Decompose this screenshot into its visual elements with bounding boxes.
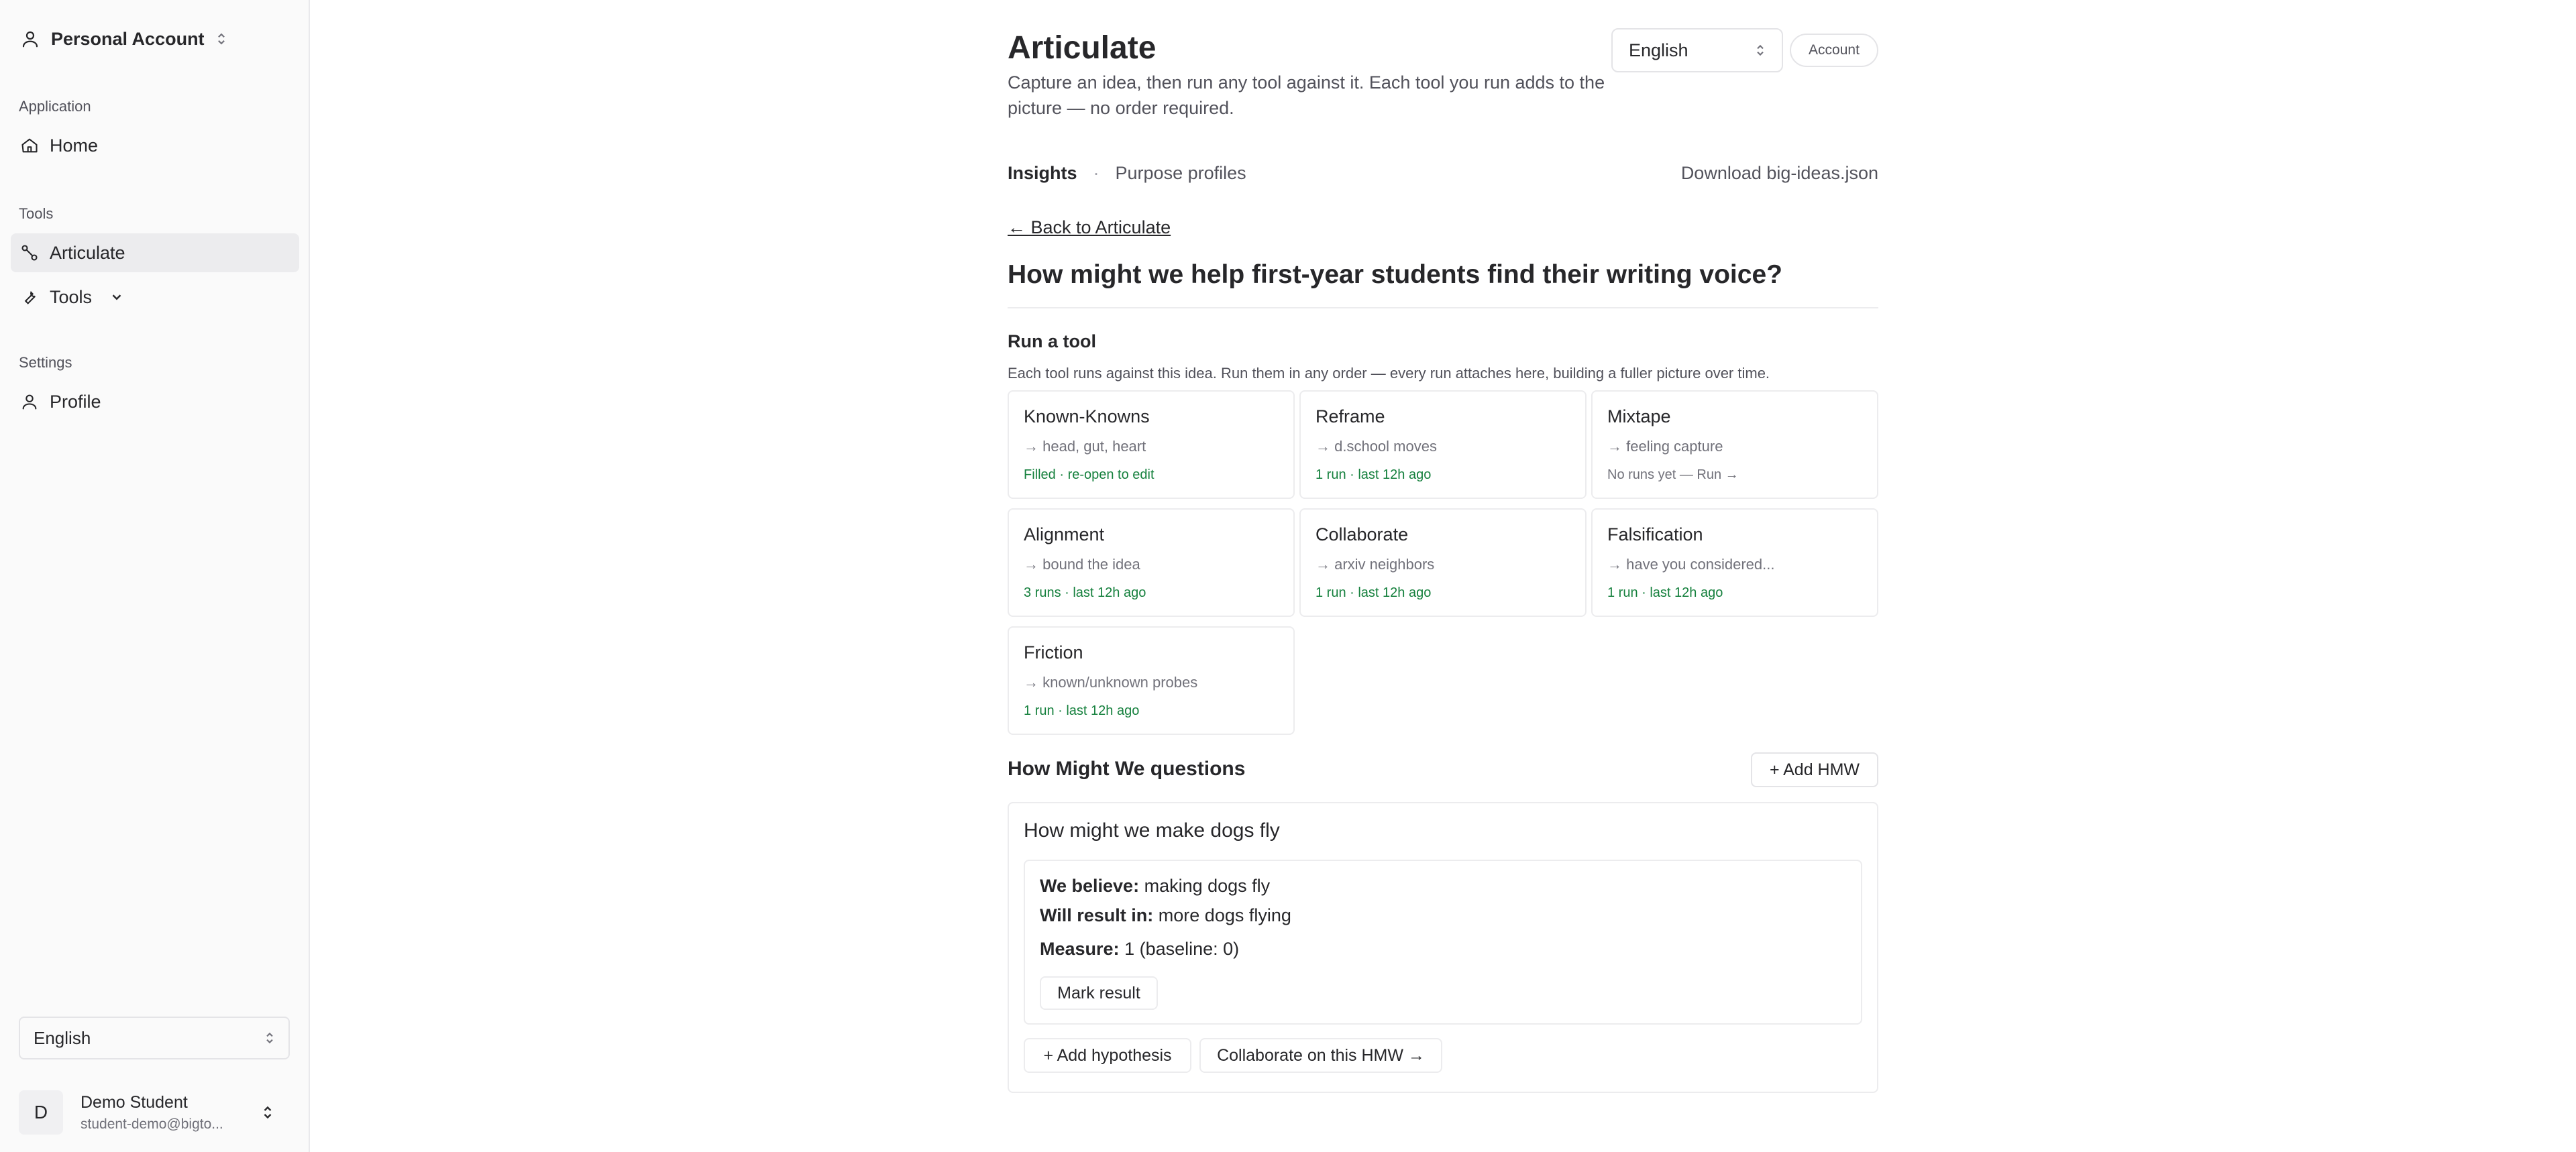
divider bbox=[1008, 307, 1878, 308]
tool-status: 1 run · last 12h ago bbox=[1316, 585, 1432, 600]
tool-subtitle: → arxiv neighbors bbox=[1316, 556, 1435, 573]
sidebar-item-profile[interactable]: Profile bbox=[11, 382, 299, 421]
user-menu[interactable]: D Demo Student student-demo@bigto... bbox=[19, 1090, 290, 1135]
user-email: student-demo@bigto... bbox=[80, 1116, 223, 1132]
tool-status: 3 runs · last 12h ago bbox=[1024, 585, 1146, 600]
hmw-card: How might we make dogs fly We believe: m… bbox=[1008, 802, 1878, 1093]
tool-name: Collaborate bbox=[1316, 524, 1409, 544]
wrench-icon bbox=[20, 288, 39, 306]
account-label: Personal Account bbox=[51, 28, 205, 49]
sidebar-item-label: Home bbox=[50, 135, 99, 156]
believe-label: We believe: bbox=[1040, 876, 1140, 896]
chevron-updown-icon bbox=[262, 1104, 274, 1120]
group-label-settings: Settings bbox=[19, 354, 72, 371]
sidebar-item-label: Profile bbox=[50, 391, 101, 412]
tool-status: No runs yet — Run → bbox=[1607, 467, 1739, 482]
tool-subtitle: → known/unknown probes bbox=[1024, 674, 1198, 691]
result-label: Will result in: bbox=[1040, 905, 1154, 925]
chevron-updown-icon bbox=[215, 32, 227, 46]
tool-subtitle: → d.school moves bbox=[1316, 438, 1437, 455]
sidebar-item-articulate[interactable]: Articulate bbox=[11, 233, 299, 272]
group-label-tools: Tools bbox=[19, 205, 54, 222]
language-value: English bbox=[1629, 40, 1688, 60]
mark-result-button[interactable]: Mark result bbox=[1040, 976, 1158, 1010]
tool-status: 1 run · last 12h ago bbox=[1316, 467, 1432, 482]
tool-name: Friction bbox=[1024, 642, 1083, 663]
tool-status: 1 run · last 12h ago bbox=[1607, 585, 1723, 600]
measure-value: 1 (baseline: 0) bbox=[1124, 939, 1240, 959]
hmw-section-title: How Might We questions bbox=[1008, 758, 1246, 780]
tool-card-collaborate[interactable]: Collaborate → arxiv neighbors 1 run · la… bbox=[1299, 508, 1587, 617]
tool-card-friction[interactable]: Friction → known/unknown probes 1 run · … bbox=[1008, 626, 1295, 735]
add-hypothesis-button[interactable]: + Add hypothesis bbox=[1024, 1038, 1191, 1073]
tool-subtitle: → have you considered... bbox=[1607, 556, 1775, 573]
route-icon bbox=[20, 243, 39, 262]
tool-card-reframe[interactable]: Reframe → d.school moves 1 run · last 12… bbox=[1299, 390, 1587, 499]
believe-value: making dogs fly bbox=[1144, 876, 1271, 896]
tool-card-known-knowns[interactable]: Known-Knowns → head, gut, heart Filled ·… bbox=[1008, 390, 1295, 499]
sidebar-item-label: Tools bbox=[50, 286, 93, 307]
sidebar-item-tools[interactable]: Tools bbox=[11, 278, 299, 316]
back-link[interactable]: ← Back to Articulate bbox=[1008, 217, 1171, 238]
tool-name: Falsification bbox=[1607, 524, 1703, 544]
user-icon bbox=[20, 392, 39, 411]
tool-status: 1 run · last 12h ago bbox=[1024, 703, 1140, 718]
tool-name: Mixtape bbox=[1607, 406, 1671, 426]
sidebar-item-label: Articulate bbox=[50, 242, 125, 263]
hypothesis-box: We believe: making dogs fly Will result … bbox=[1024, 860, 1862, 1025]
tool-name: Alignment bbox=[1024, 524, 1105, 544]
tool-subtitle: → feeling capture bbox=[1607, 438, 1723, 455]
sidebar-language-value: English bbox=[34, 1027, 91, 1048]
run-tool-description: Each tool runs against this idea. Run th… bbox=[1008, 365, 1770, 382]
hmw-question: How might we make dogs fly bbox=[1024, 819, 1280, 842]
sidebar-language-select[interactable]: English bbox=[19, 1017, 290, 1059]
add-hmw-button[interactable]: + Add HMW bbox=[1751, 752, 1878, 787]
home-icon bbox=[20, 136, 39, 155]
page-title: Articulate bbox=[1008, 30, 1157, 66]
tool-name: Known-Knowns bbox=[1024, 406, 1150, 426]
measure-label: Measure: bbox=[1040, 939, 1120, 959]
tool-card-falsification[interactable]: Falsification → have you considered... 1… bbox=[1591, 508, 1878, 617]
collaborate-hmw-button[interactable]: Collaborate on this HMW → bbox=[1199, 1038, 1442, 1073]
page-description: Capture an idea, then run any tool again… bbox=[1008, 72, 1605, 118]
sidebar-item-home[interactable]: Home bbox=[11, 126, 299, 165]
user-name: Demo Student bbox=[80, 1092, 188, 1112]
tab-purpose-profiles[interactable]: Purpose profiles bbox=[1116, 163, 1246, 184]
idea-title: How might we help first-year students fi… bbox=[1008, 260, 1782, 289]
hypothesis-result: Will result in: more dogs flying bbox=[1040, 905, 1291, 926]
result-value: more dogs flying bbox=[1158, 905, 1291, 925]
group-label-application: Application bbox=[19, 98, 91, 115]
language-select[interactable]: English bbox=[1611, 28, 1783, 72]
hypothesis-believe: We believe: making dogs fly bbox=[1040, 876, 1270, 897]
chevron-updown-icon bbox=[1755, 43, 1766, 58]
tool-grid: Known-Knowns → head, gut, heart Filled ·… bbox=[1008, 390, 1878, 735]
tool-subtitle: → bound the idea bbox=[1024, 556, 1140, 573]
tab-insights[interactable]: Insights bbox=[1008, 163, 1077, 184]
run-tool-title: Run a tool bbox=[1008, 331, 1096, 351]
subnav-separator: · bbox=[1093, 162, 1099, 183]
account-switcher[interactable]: Personal Account bbox=[20, 24, 227, 54]
user-icon bbox=[20, 29, 40, 49]
tool-card-mixtape[interactable]: Mixtape → feeling capture No runs yet — … bbox=[1591, 390, 1878, 499]
tool-status: Filled · re-open to edit bbox=[1024, 467, 1155, 482]
chevron-down-icon bbox=[109, 290, 124, 304]
download-link[interactable]: Download big-ideas.json bbox=[1681, 163, 1878, 184]
hypothesis-measure: Measure: 1 (baseline: 0) bbox=[1040, 939, 1239, 960]
chevron-updown-icon bbox=[264, 1031, 275, 1045]
tool-name: Reframe bbox=[1316, 406, 1385, 426]
sidebar: Personal Account Application Home Tools … bbox=[0, 0, 310, 1152]
avatar: D bbox=[19, 1090, 63, 1135]
account-button[interactable]: Account bbox=[1790, 34, 1878, 67]
subnav: Insights · Purpose profiles Download big… bbox=[1008, 161, 1878, 185]
tool-subtitle: → head, gut, heart bbox=[1024, 438, 1146, 455]
tool-card-alignment[interactable]: Alignment → bound the idea 3 runs · last… bbox=[1008, 508, 1295, 617]
